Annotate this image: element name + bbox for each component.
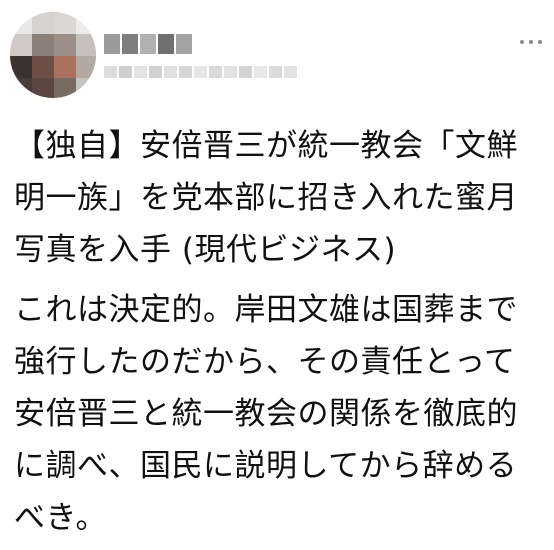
avatar-pixel bbox=[10, 56, 32, 78]
avatar-pixel bbox=[32, 12, 54, 34]
avatar-pixel bbox=[32, 56, 54, 78]
avatar-pixel bbox=[54, 56, 76, 78]
avatar-pixel bbox=[10, 34, 32, 56]
tweet: 【独自】安倍晋三が統一教会「文鮮 明一族」を党本部に招き入れた蜜月 写真を入手 … bbox=[0, 0, 554, 550]
avatar-pixel bbox=[76, 56, 96, 78]
avatar-pixel bbox=[76, 12, 96, 34]
tweet-line: べき。 bbox=[14, 500, 107, 536]
tweet-paragraph-2: これは決定的。岸田文雄は国葬まで 強行したのだから、その責任とって 安倍晋三と統… bbox=[14, 284, 544, 544]
avatar-pixel bbox=[54, 34, 76, 56]
tweet-text: 【独自】安倍晋三が統一教会「文鮮 明一族」を党本部に招き入れた蜜月 写真を入手 … bbox=[14, 120, 544, 544]
author-handle-blurred bbox=[104, 66, 297, 78]
more-options-icon[interactable] bbox=[520, 38, 542, 46]
tweet-line: に調べ、国民に説明してから辞める bbox=[14, 448, 518, 484]
avatar-pixel bbox=[32, 78, 54, 98]
avatar[interactable] bbox=[10, 12, 96, 98]
avatar-pixel bbox=[76, 34, 96, 56]
avatar-pixel bbox=[32, 34, 54, 56]
avatar-pixel bbox=[10, 78, 32, 98]
tweet-line: 強行したのだから、その責任とって bbox=[14, 344, 516, 380]
tweet-line: これは決定的。岸田文雄は国葬まで bbox=[14, 292, 518, 328]
avatar-pixel bbox=[54, 78, 76, 98]
tweet-line: 明一族」を党本部に招き入れた蜜月 bbox=[14, 180, 518, 216]
author-name-blurred[interactable] bbox=[104, 34, 192, 54]
tweet-line: 写真を入手 (現代ビジネス) bbox=[14, 232, 397, 268]
tweet-paragraph-1: 【独自】安倍晋三が統一教会「文鮮 明一族」を党本部に招き入れた蜜月 写真を入手 … bbox=[14, 120, 544, 276]
tweet-line: 【独自】安倍晋三が統一教会「文鮮 bbox=[14, 128, 518, 164]
avatar-pixel bbox=[76, 78, 96, 98]
avatar-pixel bbox=[10, 12, 32, 34]
tweet-line: 安倍晋三と統一教会の関係を徹底的 bbox=[14, 396, 518, 432]
avatar-pixel bbox=[54, 12, 76, 34]
